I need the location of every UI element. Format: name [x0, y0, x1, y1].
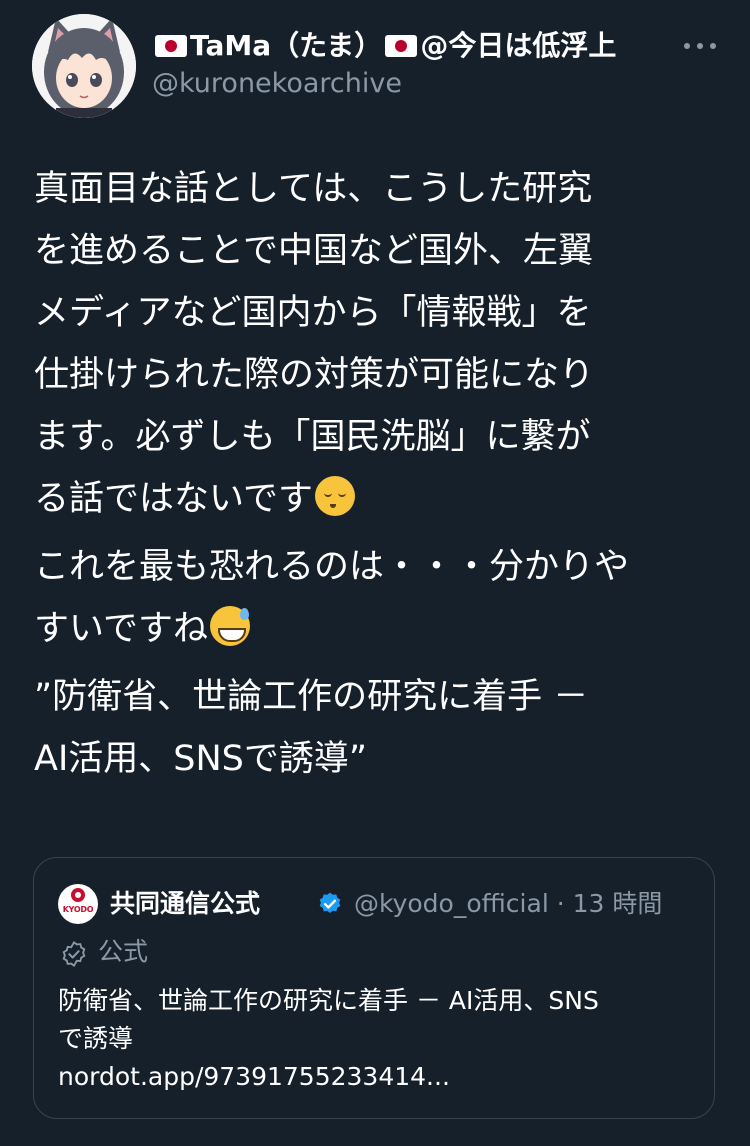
author-handle[interactable]: @kuronekoarchive [152, 66, 402, 102]
tweet-paragraph-2: これを最も恐れるのは・・・分かりや すいですね [34, 547, 630, 649]
tweet-paragraph-3: ”防衛省、世論工作の研究に着手 － AI活用、SNSで誘導” [34, 677, 589, 779]
quoted-handle-time[interactable]: @kyodo_official · 13 時間 [354, 886, 662, 922]
official-label-icon [62, 940, 86, 968]
kyodo-logo-mark [71, 888, 85, 902]
author-name-part1: TaMa（たま） [190, 29, 383, 62]
grinning-sweat-face-icon [209, 606, 250, 646]
official-label: 公式 [98, 937, 149, 966]
quoted-text-line: 防衛省、世論工作の研究に着手 － AI活用、SNS [58, 986, 599, 1015]
tweet-text: 真面目な話としては、こうした研究 を進めることで中国など国外、左翼 メディアなど… [34, 158, 714, 796]
japan-flag-icon [385, 35, 418, 57]
quoted-text-line: で誘導 [58, 1024, 134, 1053]
author-avatar[interactable] [32, 14, 136, 118]
relieved-face-icon [314, 476, 355, 516]
quoted-tweet-card[interactable]: KYODO 共同通信公式 @kyodo_official · 13 時間 公式 … [33, 857, 715, 1119]
quoted-link[interactable]: nordot.app/97391755233414... [58, 1058, 698, 1096]
kyodo-logo-text: KYODO [62, 905, 94, 914]
japan-flag-icon [155, 35, 187, 57]
quoted-author-name[interactable]: 共同通信公式 [110, 886, 260, 922]
kyodo-avatar[interactable]: KYODO [58, 884, 98, 924]
tweet-view: TaMa（たま） @今日は低浮上 @kuronekoarchive 真面目な話とし… [0, 0, 750, 1146]
quoted-tweet-text: 防衛省、世論工作の研究に着手 － AI活用、SNS で誘導 nordot.app… [58, 982, 698, 1096]
author-name-part2: @今日は低浮上 [420, 29, 617, 62]
more-options-icon[interactable] [684, 38, 716, 54]
author-display-name[interactable]: TaMa（たま） @今日は低浮上 [152, 28, 616, 64]
verified-badge-icon [319, 892, 341, 913]
tweet-paragraph-1: 真面目な話としては、こうした研究 を進めることで中国など国外、左翼 メディアなど… [34, 169, 595, 519]
